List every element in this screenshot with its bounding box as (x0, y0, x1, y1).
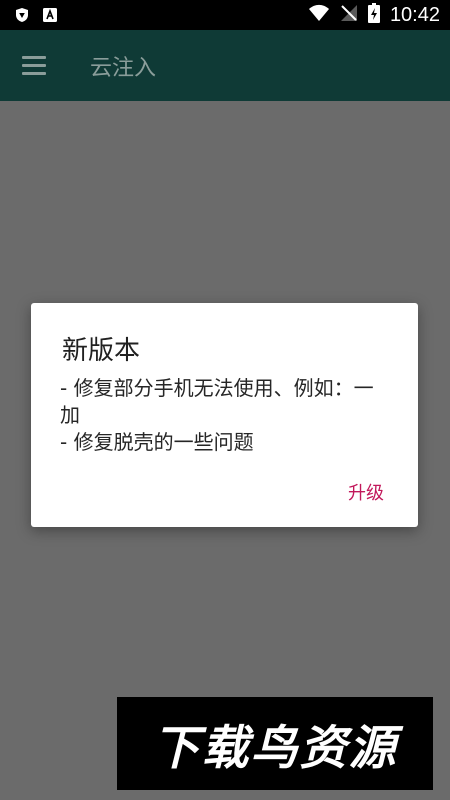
app-title: 云注入 (90, 56, 157, 81)
shield-icon (14, 7, 30, 27)
a-icon (42, 7, 58, 27)
dialog-title: 新版本 (62, 336, 141, 366)
status-bar: 10:42 (0, 0, 450, 30)
app-bar: 云注入 (0, 30, 450, 101)
status-left-icons (14, 7, 58, 27)
no-signal-icon (340, 4, 358, 26)
battery-charging-icon (367, 3, 380, 27)
screen: 10:42 云注入 新版本 - 修复部分手机无法使用、例如：一加 - 修复脱壳的… (0, 0, 450, 800)
dialog-message: - 修复部分手机无法使用、例如：一加 - 修复脱壳的一些问题 (60, 376, 374, 454)
status-time: 10:42 (389, 3, 440, 26)
watermark-text: 下载鸟资源 (152, 721, 398, 776)
wifi-icon (308, 4, 330, 26)
watermark-logo: 下载鸟资源 (117, 697, 433, 790)
menu-icon[interactable] (22, 54, 48, 76)
update-dialog: 新版本 - 修复部分手机无法使用、例如：一加 - 修复脱壳的一些问题 升级 (31, 303, 418, 527)
upgrade-button[interactable]: 升级 (336, 473, 396, 511)
status-right: 10:42 (308, 0, 440, 30)
